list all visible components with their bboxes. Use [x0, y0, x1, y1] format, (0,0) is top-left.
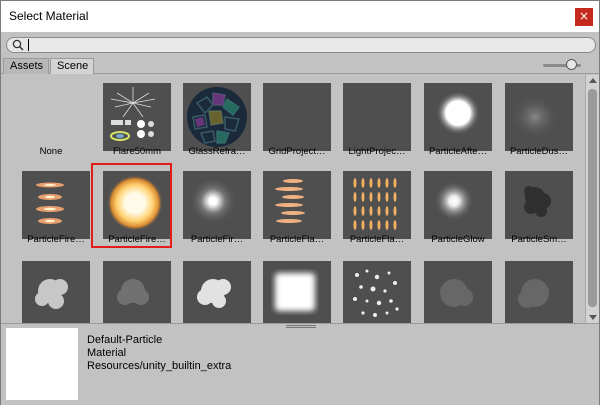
select-material-window: Select Material × Assets Scene None Flar… — [0, 0, 600, 405]
particle-fire-streaks-icon — [36, 182, 64, 224]
flare-icon — [110, 87, 156, 141]
grid-item-thumbnail[interactable] — [183, 171, 251, 239]
selection-highlight — [91, 163, 172, 248]
grid-item-thumbnail[interactable] — [103, 261, 171, 323]
faint-smoke-icon — [117, 279, 149, 305]
grid-item-label[interactable]: LightProjec… — [337, 146, 417, 157]
particle-flame-streaks-icon — [275, 179, 305, 223]
grid-item-label[interactable]: ParticleSm… — [499, 234, 579, 245]
search-icon — [12, 39, 24, 51]
white-square-glow-icon — [275, 273, 315, 311]
grid-item-thumbnail[interactable] — [505, 171, 573, 239]
grid-item-thumbnail[interactable] — [22, 171, 90, 239]
scroll-up-icon[interactable] — [586, 75, 600, 87]
text-caret — [28, 39, 29, 51]
grid-item-label[interactable]: GlassRefra… — [177, 146, 257, 157]
smoke-cloud-icon — [35, 279, 68, 309]
scrollbar-thumb[interactable] — [588, 89, 597, 307]
particle-dust-icon — [511, 95, 559, 139]
close-button[interactable]: × — [575, 8, 593, 26]
grid-item-label[interactable]: ParticleDus… — [499, 146, 579, 157]
faint-cloud-icon — [518, 279, 549, 308]
grid-item-thumbnail[interactable] — [263, 171, 331, 239]
preview-name: Default-Particle — [87, 334, 163, 346]
tab-scene[interactable]: Scene — [50, 58, 94, 74]
faint-cloud-icon — [440, 279, 473, 307]
particle-afterburner-icon — [436, 91, 480, 135]
white-cloud-icon — [197, 279, 231, 308]
scroll-down-icon[interactable] — [586, 311, 600, 323]
grid-item-thumbnail[interactable] — [183, 261, 251, 323]
grid-item-thumbnail[interactable] — [263, 261, 331, 323]
title-bar[interactable]: Select Material × — [1, 1, 599, 32]
search-field[interactable] — [6, 37, 596, 53]
particle-flame-grid-icon — [353, 178, 397, 230]
grid-item-thumbnail[interactable] — [22, 261, 90, 323]
grid-item-label[interactable]: ParticleFla… — [257, 234, 337, 245]
scattered-particles-icon — [353, 269, 399, 317]
grid-item-thumbnail[interactable] — [103, 83, 171, 151]
search-input[interactable] — [27, 38, 587, 52]
tab-bar: Assets Scene — [1, 57, 599, 74]
grid-item-label[interactable]: ParticleGlow — [418, 234, 498, 245]
grid-item-label[interactable]: ParticleAfte… — [418, 146, 498, 157]
grid-item-thumbnail[interactable] — [424, 171, 492, 239]
grid-item-thumbnail[interactable] — [343, 261, 411, 323]
grid-item-label[interactable]: ParticleFire… — [16, 234, 96, 245]
grid-item-thumbnail[interactable] — [424, 261, 492, 323]
grid-item-thumbnail[interactable] — [343, 171, 411, 239]
material-grid: None Flare50mm GlassRefra… GridProject… … — [1, 75, 585, 323]
grid-item-thumbnail[interactable] — [343, 83, 411, 151]
vertical-scrollbar[interactable] — [585, 75, 599, 323]
grid-item-label[interactable]: None — [11, 146, 91, 157]
grid-item-thumbnail[interactable] — [183, 83, 251, 151]
grid-item-label[interactable]: ParticleFir… — [177, 234, 257, 245]
preview-thumbnail — [6, 328, 78, 400]
grid-item-thumbnail[interactable] — [263, 83, 331, 151]
particle-glow-icon — [434, 181, 474, 221]
grid-item-label[interactable]: GridProject… — [257, 146, 337, 157]
particle-smoke-icon — [524, 186, 551, 217]
grid-item-label[interactable]: Flare50mm — [97, 146, 177, 157]
splitter-grip — [286, 325, 316, 326]
glass-sphere-icon — [187, 87, 247, 147]
tab-assets[interactable]: Assets — [3, 58, 49, 74]
grid-item-thumbnail[interactable] — [505, 261, 573, 323]
zoom-slider-thumb[interactable] — [566, 59, 577, 70]
window-title: Select Material — [9, 9, 89, 23]
grid-item-label[interactable]: ParticleFla… — [337, 234, 417, 245]
grid-item-thumbnail[interactable] — [424, 83, 492, 151]
particle-fire-dot-icon — [189, 177, 237, 225]
grid-item-thumbnail[interactable] — [505, 83, 573, 151]
preview-path: Resources/unity_builtin_extra — [87, 360, 232, 372]
preview-panel: Default-Particle Material Resources/unit… — [1, 328, 599, 405]
search-bar — [1, 33, 599, 56]
preview-type: Material — [87, 347, 127, 359]
